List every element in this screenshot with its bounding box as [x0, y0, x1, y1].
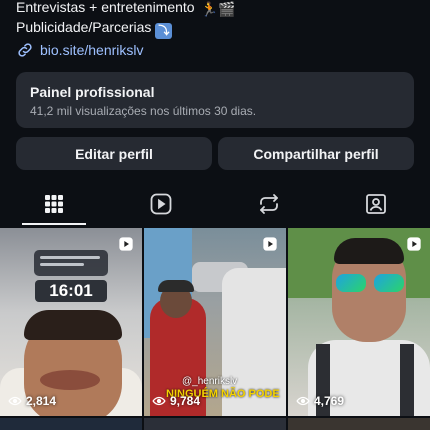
reel-badge-icon [263, 237, 277, 251]
mouth [40, 370, 100, 390]
bio-line-2: Publicidade/Parcerias ⤵ [16, 18, 173, 39]
hair [24, 310, 122, 340]
bio-line-2-text: Publicidade/Parcerias [16, 19, 152, 35]
lens [336, 274, 366, 292]
tab-tagged[interactable] [323, 184, 430, 224]
tab-grid[interactable] [0, 184, 108, 224]
post-thumbnail[interactable]: 16:01 2,814 [0, 228, 142, 416]
bio-line-1: Entrevistas + entretenimento 🏃🎬 [16, 0, 235, 19]
bio-link-text[interactable]: bio.site/henrikslv [40, 42, 144, 58]
lens [374, 274, 404, 292]
view-count-text: 4,769 [314, 394, 345, 408]
sunglasses [336, 274, 404, 292]
reels-play-icon [150, 193, 172, 215]
link-icon [18, 43, 32, 57]
posts-grid: 16:01 2,814 @_henrikslv NINGUÉM NÃO PODE [0, 228, 430, 430]
eye-icon [8, 396, 22, 406]
video-handle-overlay: @_henrikslv [182, 376, 238, 387]
share-profile-button[interactable]: Compartilhar perfil [218, 137, 414, 170]
tab-reposts[interactable] [215, 184, 323, 224]
dashboard-title: Painel profissional [30, 84, 155, 100]
reel-badge-icon [407, 237, 421, 251]
notification-overlay [34, 250, 108, 276]
profile-tabs [0, 184, 430, 226]
professional-dashboard-card[interactable]: Painel profissional 41,2 mil visualizaçõ… [16, 72, 414, 128]
grid-icon [44, 195, 63, 213]
view-count: 2,814 [8, 394, 56, 408]
active-tab-indicator [22, 223, 86, 225]
post-thumbnail[interactable] [288, 418, 430, 430]
notification-line [40, 256, 100, 259]
hair [334, 238, 404, 264]
view-count: 9,784 [152, 394, 200, 408]
view-count-text: 9,784 [170, 394, 201, 408]
edit-profile-button[interactable]: Editar perfil [16, 137, 212, 170]
tab-reels[interactable] [108, 184, 216, 224]
eye-icon [296, 396, 310, 406]
bio-line-1-emoji: 🏃🎬 [200, 1, 236, 17]
bio-link[interactable]: bio.site/henrikslv [16, 41, 144, 59]
repost-icon [259, 194, 278, 214]
post-thumbnail[interactable] [0, 418, 142, 430]
lockscreen-time: 16:01 [35, 280, 107, 302]
eye-icon [152, 396, 166, 406]
post-thumbnail[interactable]: 4,769 [288, 228, 430, 416]
tagged-person-icon [366, 194, 387, 214]
post-thumbnail[interactable] [144, 418, 286, 430]
post-thumbnail[interactable]: @_henrikslv NINGUÉM NÃO PODE 9,784 [144, 228, 286, 416]
notification-line [40, 263, 84, 266]
dashboard-subtitle: 41,2 mil visualizações nos últimos 30 di… [30, 104, 257, 118]
arrow-down-emoji-icon: ⤵ [155, 23, 173, 39]
view-count: 4,769 [296, 394, 344, 408]
reel-badge-icon [119, 237, 133, 251]
cap [158, 280, 194, 292]
view-count-text: 2,814 [26, 394, 57, 408]
backpack-strap [400, 344, 414, 416]
bio-line-1-text: Entrevistas + entretenimento [16, 0, 195, 15]
